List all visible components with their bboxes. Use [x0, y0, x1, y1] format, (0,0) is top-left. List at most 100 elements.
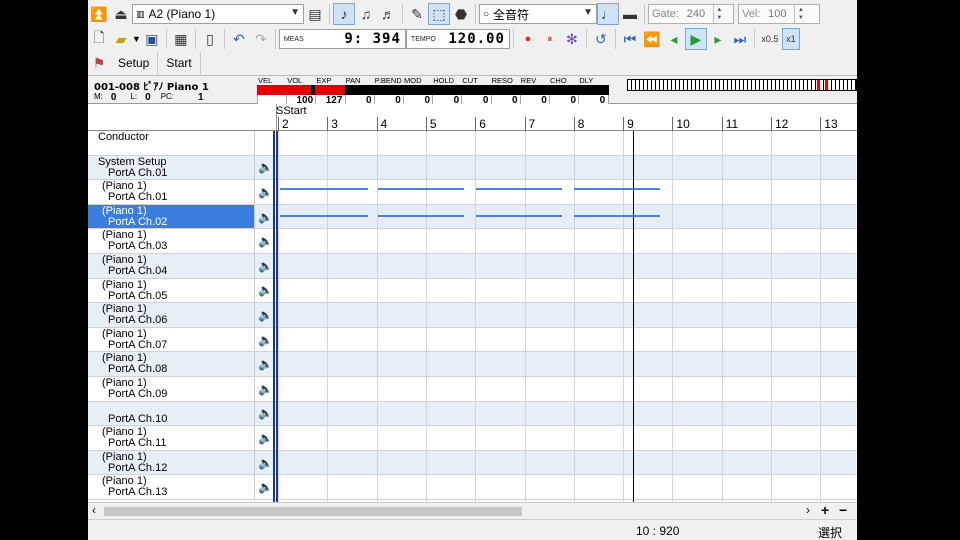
eraser-icon[interactable]: ⬣: [450, 3, 472, 25]
track-row[interactable]: System Setup PortA Ch.01 🔈: [88, 155, 857, 181]
track-grid[interactable]: Conductor System Setup PortA Ch.01 🔈 (Piano …: [88, 131, 857, 502]
speaker-mode-icon[interactable]: ♪: [333, 3, 355, 25]
track-up-icon[interactable]: ⏫: [88, 3, 110, 25]
measure-tick: [278, 117, 279, 131]
go-end-icon[interactable]: ⏭: [729, 28, 751, 50]
note-data-segment[interactable]: [574, 214, 660, 217]
scroll-right-icon[interactable]: ›: [806, 503, 810, 517]
track-label[interactable]: (Piano 1) PortA Ch.13: [88, 475, 255, 499]
zoom-half-button[interactable]: x0.5: [758, 28, 782, 50]
track-row[interactable]: (Piano 1) PortA Ch.07 🔈: [88, 327, 857, 353]
scroll-thumb[interactable]: [104, 507, 522, 516]
track-label[interactable]: (Piano 1) PortA Ch.05: [88, 278, 255, 303]
track-row[interactable]: (Piano 1) PortA Ch.08 🔈: [88, 352, 857, 377]
note-data-segment[interactable]: [378, 214, 464, 217]
track-label[interactable]: (Piano 1) PortA Ch.09: [88, 377, 255, 401]
vel-value[interactable]: 100: [760, 8, 794, 20]
track-label[interactable]: PortA Ch.10: [88, 401, 255, 426]
track-row[interactable]: (Piano 1) PortA Ch.11 🔈: [88, 426, 857, 451]
measure-number: 7: [528, 117, 536, 131]
track-row[interactable]: (Piano 1) PortA Ch.01 🔈: [88, 180, 857, 205]
rest-icon[interactable]: ▬: [619, 3, 641, 25]
speaker-all-icon[interactable]: ♬: [377, 3, 399, 25]
midi-icon[interactable]: ✻: [561, 28, 583, 50]
note-data-segment[interactable]: [378, 188, 464, 191]
track-label[interactable]: (Piano 1) PortA Ch.07: [88, 327, 255, 352]
meter-vel: VEL: [257, 76, 288, 105]
select-rect-icon[interactable]: ⬚: [428, 3, 450, 25]
note-data-segment[interactable]: [574, 188, 660, 191]
meter-hold: HOLD 0: [432, 76, 464, 106]
loop-icon[interactable]: ↺: [590, 28, 612, 50]
tab-setup[interactable]: Setup: [110, 52, 159, 74]
track-row[interactable]: (Piano 1) PortA Ch.09 🔈: [88, 377, 857, 402]
track-row[interactable]: (Piano 1) PortA Ch.13 🔈: [88, 475, 857, 500]
track-label[interactable]: (Piano 1) PortA Ch.11: [88, 426, 255, 450]
redo-icon[interactable]: ↷: [250, 28, 272, 50]
note-length-select[interactable]: ○ 全音符 ▼: [479, 4, 597, 24]
track-label[interactable]: (Piano 1) PortA Ch.01: [88, 180, 255, 204]
vel-stepper[interactable]: ▲ ▼: [794, 5, 806, 23]
track-label[interactable]: Conductor: [88, 131, 255, 155]
step-back-icon[interactable]: ◂: [663, 28, 685, 50]
gate-field[interactable]: Gate: 240 ▲ ▼: [648, 4, 734, 24]
track-label[interactable]: (Piano 1) PortA Ch.12: [88, 450, 255, 475]
meter-bar: [403, 85, 434, 95]
go-start-icon[interactable]: ⏮: [619, 28, 641, 50]
record-icon[interactable]: ●: [517, 28, 539, 50]
track-info-bar: 001-008 ﾋﾟｱﾉ Piano 1 M: 0 L: 0 PC: 1 VEL VOL…: [88, 75, 857, 106]
track-row[interactable]: PortA Ch.10 🔈: [88, 401, 857, 427]
chevron-down-icon[interactable]: ▼: [132, 34, 141, 44]
track-row[interactable]: (Piano 1) PortA Ch.04 🔈: [88, 254, 857, 279]
track-down-icon[interactable]: ⏏: [110, 3, 132, 25]
track-row[interactable]: (Piano 1) PortA Ch.02 🔈: [88, 204, 857, 230]
separator: [644, 4, 645, 24]
track-row[interactable]: (Piano 1) PortA Ch.03 🔈: [88, 229, 857, 254]
track-label[interactable]: (Piano 1) PortA Ch.02: [88, 204, 255, 229]
speaker-solo-icon[interactable]: ♫: [355, 3, 377, 25]
pause-record-icon[interactable]: ⏸: [539, 28, 561, 50]
zoom-in-icon[interactable]: +: [821, 502, 829, 518]
track-label[interactable]: (Piano 1) PortA Ch.03: [88, 229, 255, 253]
track-label[interactable]: (Piano 1) PortA Ch.08: [88, 352, 255, 376]
track-row[interactable]: (Piano 1) PortA Ch.05 🔈: [88, 278, 857, 304]
gate-value[interactable]: 240: [679, 8, 713, 20]
scroll-left-icon[interactable]: ‹: [92, 503, 96, 517]
note-icon[interactable]: ♩: [597, 3, 619, 25]
vel-field[interactable]: Vel: 100 ▲ ▼: [738, 4, 820, 24]
song-position-cursor[interactable]: [633, 131, 634, 502]
measure-gridline: [376, 131, 378, 502]
track-row[interactable]: (Piano 1) PortA Ch.12 🔈: [88, 450, 857, 476]
track-label[interactable]: System Setup PortA Ch.01: [88, 155, 255, 180]
rewind-icon[interactable]: ⏪: [641, 28, 663, 50]
track-settings-icon[interactable]: ▤: [304, 3, 326, 25]
track-row[interactable]: (Piano 1) PortA Ch.06 🔈: [88, 303, 857, 328]
conductor-track[interactable]: Conductor: [88, 131, 857, 156]
measure-ruler[interactable]: SStart 2 3 4 5 6 7 8 9 10 11 12 13: [88, 104, 857, 131]
pencil-icon[interactable]: ✎: [406, 3, 428, 25]
play-icon[interactable]: ▶: [684, 28, 707, 50]
horizontal-scrollbar[interactable]: ‹ › + −: [88, 502, 857, 519]
marker-icon[interactable]: ⚑: [88, 52, 110, 74]
zoom-out-icon[interactable]: −: [839, 502, 847, 518]
meter-bar: [490, 85, 522, 95]
track-select[interactable]: ▥ A2 (Piano 1) ▼: [132, 4, 304, 24]
note-data-segment[interactable]: [280, 214, 368, 217]
properties-icon[interactable]: ▦: [170, 28, 192, 50]
new-file-icon[interactable]: 🗋: [88, 28, 110, 50]
track-label[interactable]: (Piano 1) PortA Ch.04: [88, 254, 255, 278]
note-data-segment[interactable]: [476, 214, 562, 217]
tab-start[interactable]: Start: [158, 52, 201, 74]
save-icon[interactable]: ▣: [141, 28, 163, 50]
undo-icon[interactable]: ↶: [228, 28, 250, 50]
track-port-channel: [98, 143, 254, 154]
document-icon[interactable]: ▯: [199, 28, 221, 50]
track-label[interactable]: (Piano 1) PortA Ch.06: [88, 303, 255, 327]
open-folder-icon[interactable]: ▰: [110, 28, 132, 50]
step-forward-icon[interactable]: ▸: [707, 28, 729, 50]
note-data-segment[interactable]: [476, 188, 562, 191]
tempo-value: 120.00: [448, 31, 505, 47]
zoom-one-button[interactable]: x1: [781, 28, 800, 50]
note-data-segment[interactable]: [280, 188, 368, 191]
gate-stepper[interactable]: ▲ ▼: [712, 5, 725, 23]
